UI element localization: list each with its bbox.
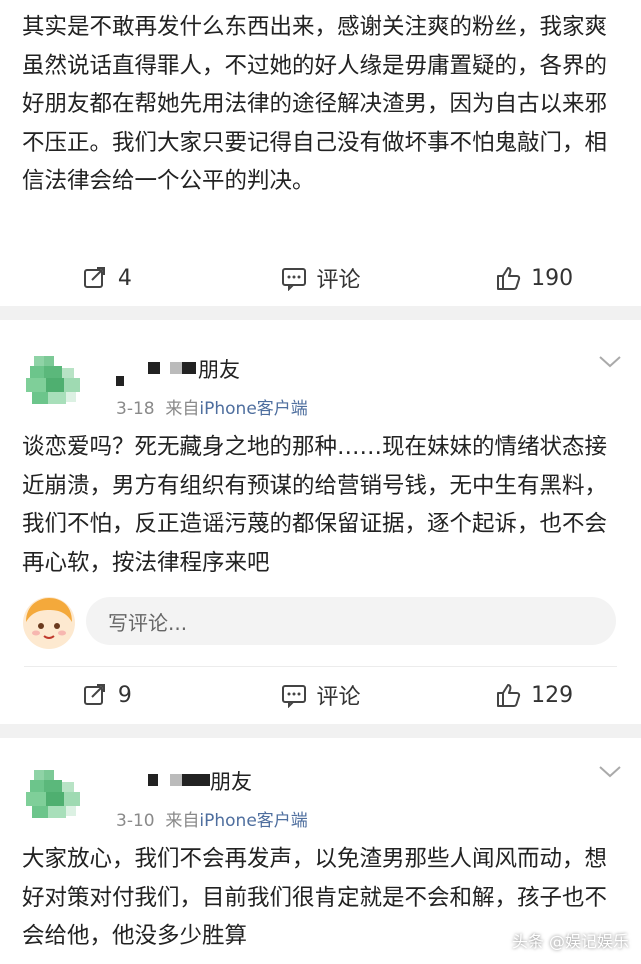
section-divider xyxy=(0,306,641,320)
repost-count: 4 xyxy=(117,265,132,291)
username[interactable]: 朋友 xyxy=(210,766,252,796)
like-button[interactable]: 129 xyxy=(427,682,641,708)
post-meta: 3-10 来自iPhone客户端 xyxy=(116,806,308,831)
redaction-mark xyxy=(182,362,196,374)
post-action-bar: 4 评论 190 xyxy=(0,248,641,308)
comment-icon xyxy=(281,685,306,708)
comment-label: 评论 xyxy=(316,268,361,293)
section-divider xyxy=(0,724,641,738)
username[interactable]: 朋友 xyxy=(198,354,240,384)
source-prefix: 来自 xyxy=(165,399,200,419)
redaction-mark xyxy=(170,362,182,374)
like-count: 129 xyxy=(531,682,574,708)
source-prefix: 来自 xyxy=(165,811,200,831)
redaction-mark xyxy=(182,774,210,786)
my-avatar xyxy=(22,596,76,650)
comment-button[interactable]: 评论 xyxy=(214,262,428,294)
post-action-bar: 9 评论 129 xyxy=(0,665,641,725)
thumbs-up-icon xyxy=(497,684,521,707)
avatar[interactable] xyxy=(22,346,88,412)
repost-button[interactable]: 4 xyxy=(0,265,214,291)
comment-button[interactable]: 评论 xyxy=(214,679,428,711)
redaction-mark xyxy=(170,774,182,786)
thumbs-up-icon xyxy=(497,267,521,290)
post-text: 谈恋爱吗？死无藏身之地的那种……现在妹妹的情绪状态接近崩溃，男方有组织有预谋的给… xyxy=(22,434,608,576)
like-button[interactable]: 190 xyxy=(427,265,641,291)
redaction-mark xyxy=(116,376,124,386)
comment-input[interactable]: 写评论... xyxy=(86,597,616,645)
post-meta: 3-18 来自iPhone客户端 xyxy=(116,394,308,419)
chevron-down-icon[interactable] xyxy=(598,764,622,780)
repost-icon xyxy=(83,684,105,705)
post-text: 其实是不敢再发什么东西出来，感谢关注爽的粉丝，我家爽虽然说话直得罪人，不过她的好… xyxy=(22,14,608,194)
chevron-down-icon[interactable] xyxy=(598,354,622,370)
redaction-mark xyxy=(148,362,160,374)
post-date: 3-18 xyxy=(116,399,155,419)
repost-count: 9 xyxy=(117,682,132,708)
comment-placeholder: 写评论... xyxy=(108,610,188,635)
comment-icon xyxy=(281,268,306,291)
avatar[interactable] xyxy=(22,760,88,826)
like-count: 190 xyxy=(531,265,574,291)
post-source[interactable]: iPhone客户端 xyxy=(199,399,307,419)
comment-label: 评论 xyxy=(316,685,361,710)
post-date: 3-10 xyxy=(116,811,155,831)
watermark: 头条 @娱记娱乐 xyxy=(511,932,629,951)
repost-icon xyxy=(83,267,105,288)
post-source[interactable]: iPhone客户端 xyxy=(199,811,307,831)
repost-button[interactable]: 9 xyxy=(0,682,214,708)
redaction-mark xyxy=(148,774,158,786)
